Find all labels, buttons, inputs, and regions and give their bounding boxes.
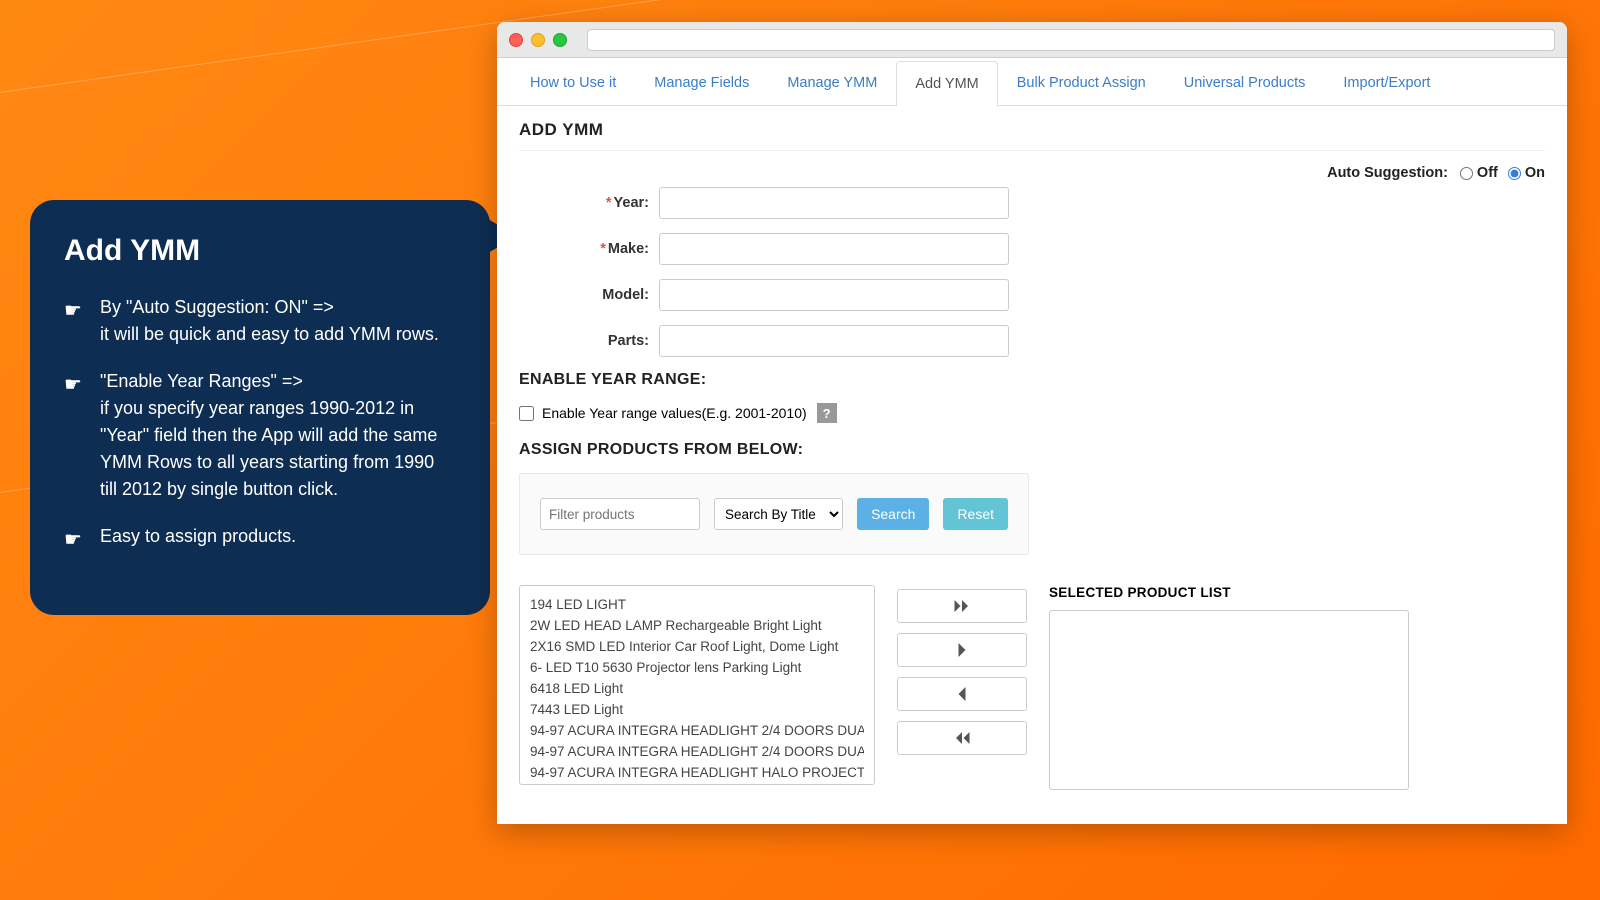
tab-import-export[interactable]: Import/Export: [1324, 60, 1449, 105]
callout-bullet-text: Easy to assign products.: [100, 523, 456, 555]
callout-bullet-text: "Enable Year Ranges" => if you specify y…: [100, 368, 456, 503]
product-list-item[interactable]: 6418 LED Light: [530, 678, 864, 699]
model-label: Model:: [519, 287, 659, 303]
window-minimize-icon[interactable]: [531, 33, 545, 47]
chevron-right-icon: [953, 643, 971, 657]
move-all-left-button[interactable]: [897, 721, 1027, 755]
filter-box: Search By Title Search Reset: [519, 473, 1029, 555]
product-list-item[interactable]: 94-97 ACURA INTEGRA HEADLIGHT 2/4 DOORS …: [530, 741, 864, 762]
tab-bar: How to Use itManage FieldsManage YMMAdd …: [497, 58, 1567, 106]
tab-add-ymm[interactable]: Add YMM: [896, 61, 997, 106]
search-by-select[interactable]: Search By Title: [714, 498, 843, 530]
auto-suggestion-label: Auto Suggestion:: [1327, 165, 1448, 181]
window-maximize-icon[interactable]: [553, 33, 567, 47]
transfer-arrows: [897, 589, 1027, 790]
tab-manage-ymm[interactable]: Manage YMM: [768, 60, 896, 105]
year-input[interactable]: [659, 187, 1009, 219]
page-title: ADD YMM: [519, 120, 1545, 151]
search-button[interactable]: Search: [857, 498, 929, 530]
pointing-hand-icon: ☛: [64, 296, 92, 348]
ymm-form: *Year: *Make: Model: Parts:: [519, 187, 1545, 357]
filter-products-input[interactable]: [540, 498, 700, 530]
auto-suggestion-off-option[interactable]: Off: [1460, 165, 1498, 181]
move-right-button[interactable]: [897, 633, 1027, 667]
product-list-item[interactable]: 94-97 ACURA INTEGRA HEADLIGHT HALO PROJE…: [530, 762, 864, 783]
tab-bulk-product-assign[interactable]: Bulk Product Assign: [998, 60, 1165, 105]
move-left-button[interactable]: [897, 677, 1027, 711]
move-all-right-button[interactable]: [897, 589, 1027, 623]
tab-manage-fields[interactable]: Manage Fields: [635, 60, 768, 105]
assign-products-title: ASSIGN PRODUCTS FROM BELOW:: [519, 441, 1545, 459]
tab-universal-products[interactable]: Universal Products: [1165, 60, 1325, 105]
auto-suggestion-row: Auto Suggestion: Off On: [519, 165, 1545, 181]
auto-suggestion-on-option[interactable]: On: [1508, 165, 1545, 181]
enable-year-range-checkbox[interactable]: [519, 406, 534, 421]
parts-label: Parts:: [519, 333, 659, 349]
callout-panel: Add YMM ☛ By "Auto Suggestion: ON" => it…: [30, 200, 490, 615]
selected-products-title: SELECTED PRODUCT LIST: [1049, 585, 1545, 600]
callout-title: Add YMM: [64, 234, 456, 268]
parts-input[interactable]: [659, 325, 1009, 357]
help-icon[interactable]: ?: [817, 403, 837, 423]
make-label: *Make:: [519, 241, 659, 257]
callout-bullet: ☛ By "Auto Suggestion: ON" => it will be…: [64, 294, 456, 348]
year-label: *Year:: [519, 195, 659, 211]
selected-products-list[interactable]: [1049, 610, 1409, 790]
model-input[interactable]: [659, 279, 1009, 311]
window-close-icon[interactable]: [509, 33, 523, 47]
pointing-hand-icon: ☛: [64, 370, 92, 503]
product-list-item[interactable]: 94-97 ACURA INTEGRA HEADLIGHT 2/4 DOORS …: [530, 720, 864, 741]
assign-row: 194 LED LIGHT2W LED HEAD LAMP Rechargeab…: [519, 585, 1545, 790]
product-list-item[interactable]: 2X16 SMD LED Interior Car Roof Light, Do…: [530, 636, 864, 657]
product-list-item[interactable]: 194 LED LIGHT: [530, 594, 864, 615]
enable-year-range-label: Enable Year range values(E.g. 2001-2010): [542, 405, 807, 421]
callout-bullet-text: By "Auto Suggestion: ON" => it will be q…: [100, 294, 456, 348]
pointing-hand-icon: ☛: [64, 525, 92, 555]
callout-bullet: ☛ Easy to assign products.: [64, 523, 456, 555]
make-input[interactable]: [659, 233, 1009, 265]
auto-suggestion-off-text: Off: [1477, 165, 1498, 181]
auto-suggestion-on-radio[interactable]: [1508, 167, 1521, 180]
browser-window: How to Use itManage FieldsManage YMMAdd …: [497, 22, 1567, 824]
available-products-list[interactable]: 194 LED LIGHT2W LED HEAD LAMP Rechargeab…: [519, 585, 875, 785]
callout-bullet: ☛ "Enable Year Ranges" => if you specify…: [64, 368, 456, 503]
tab-how-to-use-it[interactable]: How to Use it: [511, 60, 635, 105]
auto-suggestion-off-radio[interactable]: [1460, 167, 1473, 180]
double-chevron-right-icon: [953, 599, 971, 613]
auto-suggestion-on-text: On: [1525, 165, 1545, 181]
product-list-item[interactable]: 6- LED T10 5630 Projector lens Parking L…: [530, 657, 864, 678]
url-bar[interactable]: [587, 29, 1555, 51]
product-list-item[interactable]: 7443 LED Light: [530, 699, 864, 720]
product-list-item[interactable]: 2W LED HEAD LAMP Rechargeable Bright Lig…: [530, 615, 864, 636]
window-titlebar: [497, 22, 1567, 58]
reset-button[interactable]: Reset: [943, 498, 1008, 530]
double-chevron-left-icon: [953, 731, 971, 745]
enable-year-range-title: ENABLE YEAR RANGE:: [519, 371, 1545, 389]
chevron-left-icon: [953, 687, 971, 701]
